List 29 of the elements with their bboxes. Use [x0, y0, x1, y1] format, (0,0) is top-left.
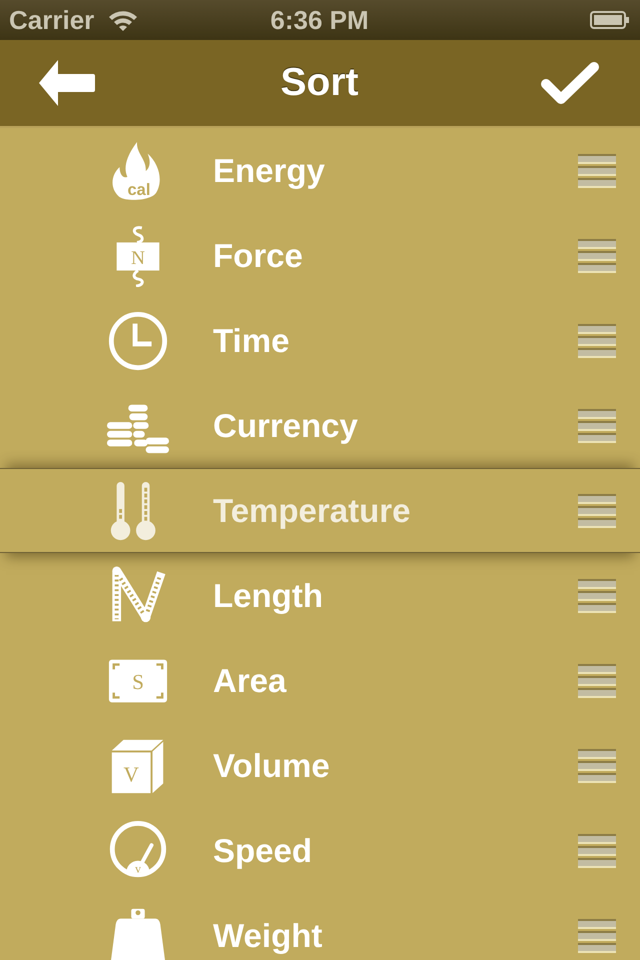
back-arrow-icon[interactable]: [39, 60, 95, 106]
drag-handle-icon[interactable]: [578, 324, 616, 358]
drag-handle-icon[interactable]: [578, 154, 616, 188]
drag-handle-icon[interactable]: [578, 238, 616, 272]
category-label: Temperature: [213, 492, 412, 528]
wifi-icon: [108, 9, 138, 31]
category-label: Time: [213, 322, 290, 358]
drag-handle-icon[interactable]: [578, 834, 616, 868]
nav-title: Sort: [280, 60, 358, 106]
checkmark-icon[interactable]: [540, 61, 600, 105]
drag-handle-icon[interactable]: [578, 918, 616, 952]
battery-icon: [590, 11, 630, 29]
category-label: Volume: [213, 748, 331, 784]
category-label: Currency: [213, 408, 359, 444]
category-label: Energy: [213, 152, 326, 188]
category-label: Force: [213, 238, 304, 274]
carrier-name: Carrier: [9, 5, 94, 35]
drag-handle-icon[interactable]: [578, 408, 616, 442]
category-label: Area: [213, 662, 288, 698]
drag-handle-icon[interactable]: [578, 494, 616, 528]
dragged-row[interactable]: Temperature: [0, 468, 640, 553]
clock-icon: [107, 310, 169, 372]
category-label: Length: [213, 578, 324, 614]
category-label: Speed: [213, 832, 314, 868]
drag-handle-icon[interactable]: [578, 664, 616, 698]
drag-handle-icon[interactable]: [578, 748, 616, 782]
status-time: 6:36 PM: [270, 5, 369, 35]
drag-handle-icon[interactable]: [578, 578, 616, 612]
category-label: Weight: [213, 918, 324, 954]
